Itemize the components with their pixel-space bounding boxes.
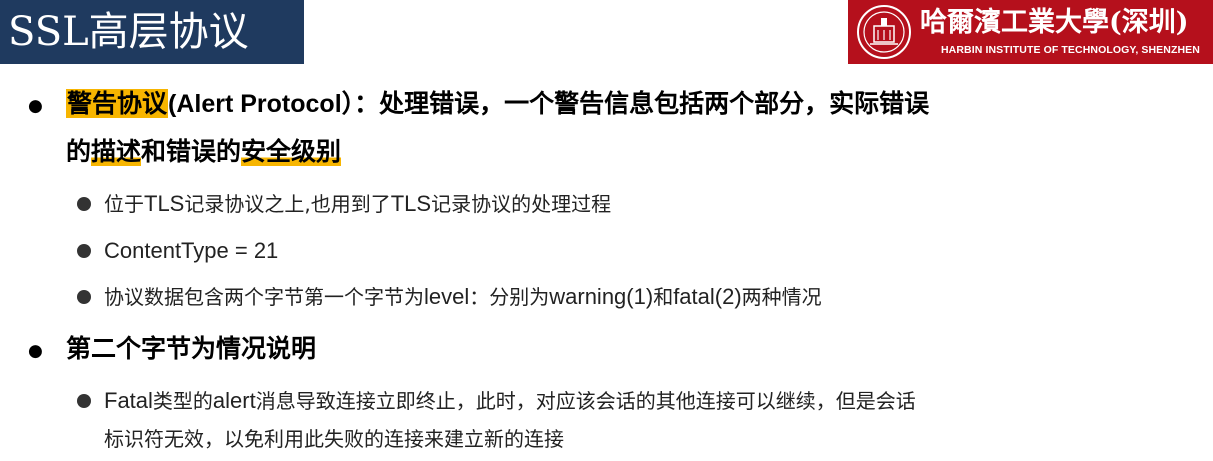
- line2-middle: 和错误的: [141, 137, 242, 166]
- line2-part1: 描述: [91, 137, 142, 166]
- bullet-alert-protocol-line1: 警告协议(Alert Protocol）：处理错误，一个警告信息包括两个部分，实…: [66, 86, 929, 122]
- sub-bullet-icon: [77, 394, 91, 408]
- university-logo: 哈爾濱工業大學(深圳) HARBIN INSTITUTE OF TECHNOLO…: [848, 0, 1213, 64]
- line1-rest: ）：处理错误，一个警告信息包括两个部分，实际错误: [341, 89, 930, 118]
- text-en: TLS: [390, 191, 432, 216]
- main-bullet-icon: ●: [28, 341, 43, 361]
- university-seal-icon: [857, 5, 911, 59]
- text: 类型的: [152, 389, 213, 413]
- text-en: ContentType = 21: [104, 238, 279, 263]
- text: 消息导致连接立即终止，此时，对应该会话的其他连接可以继续，但是会话: [255, 389, 916, 413]
- text: 协议数据包含两个字节第一个字节为: [104, 285, 424, 309]
- line2-prefix: 的: [66, 137, 92, 166]
- text: ：分别为: [469, 285, 550, 309]
- logo-english-name: HARBIN INSTITUTE OF TECHNOLOGY, SHENZHEN: [941, 44, 1200, 56]
- sub-item-fatal-line2: 标识符无效，以免利用此失败的连接来建立新的连接: [104, 427, 564, 451]
- sub-item-fatal-line1: Fatal类型的alert消息导致连接立即终止，此时，对应该会话的其他连接可以继…: [104, 386, 916, 416]
- sub-item-level: 协议数据包含两个字节第一个字节为level：分别为warning(1)和fata…: [104, 282, 822, 312]
- sub-bullet-icon: [77, 197, 91, 211]
- text: 两种情况: [741, 285, 822, 309]
- sub-item-contenttype: ContentType = 21: [104, 236, 278, 266]
- bullet-second-byte: 第二个字节为情况说明: [66, 334, 317, 363]
- text-en: Fatal: [104, 388, 153, 413]
- main-bullet-icon: ●: [28, 96, 43, 116]
- sub-bullet-icon: [77, 290, 91, 304]
- text-en: TLS: [144, 191, 185, 216]
- text-en: alert: [212, 388, 256, 413]
- text: 记录协议之上,也用到了: [184, 192, 391, 216]
- text: 和: [653, 285, 674, 309]
- highlight-label: 警告协议: [66, 89, 169, 118]
- text-en: warning(1): [549, 284, 654, 309]
- logo-chinese-name: 哈爾濱工業大學(深圳): [920, 7, 1189, 38]
- text-en: level: [424, 284, 470, 309]
- text: 记录协议的处理过程: [431, 192, 612, 216]
- bullet-alert-protocol-line2: 的描述和错误的安全级别: [66, 134, 342, 170]
- en-label: (Alert Protocol: [168, 90, 342, 118]
- text: 位于: [104, 192, 144, 216]
- text-en: fatal(2): [673, 284, 742, 309]
- sub-bullet-icon: [77, 244, 91, 258]
- sub-item-tls: 位于TLS记录协议之上,也用到了TLS记录协议的处理过程: [104, 189, 611, 219]
- line2-part2: 安全级别: [241, 137, 342, 166]
- slide-title: SSL高层协议: [0, 0, 304, 64]
